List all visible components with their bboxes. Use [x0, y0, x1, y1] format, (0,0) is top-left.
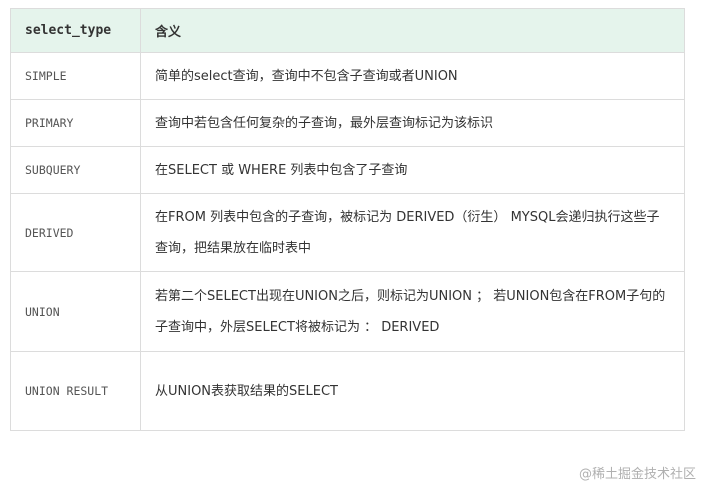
- cell-type: UNION: [10, 271, 141, 352]
- table-row: UNION 若第二个SELECT出现在UNION之后，则标记为UNION ； 若…: [10, 271, 685, 352]
- table-row: SIMPLE 简单的select查询，查询中不包含子查询或者UNION: [10, 52, 685, 100]
- watermark-text: @稀土掘金技术社区: [578, 467, 696, 482]
- table-row: UNION RESULT 从UNION表获取结果的SELECT: [10, 351, 685, 431]
- cell-desc: 查询中若包含任何复杂的子查询，最外层查询标记为该标识: [140, 99, 685, 147]
- table-row: DERIVED 在FROM 列表中包含的子查询，被标记为 DERIVED（衍生）…: [10, 193, 685, 272]
- cell-type: PRIMARY: [10, 99, 141, 147]
- table-row: SUBQUERY 在SELECT 或 WHERE 列表中包含了子查询: [10, 146, 685, 194]
- table-row: PRIMARY 查询中若包含任何复杂的子查询，最外层查询标记为该标识: [10, 99, 685, 147]
- cell-type: DERIVED: [10, 193, 141, 272]
- cell-desc: 在FROM 列表中包含的子查询，被标记为 DERIVED（衍生） MYSQL会递…: [140, 193, 685, 272]
- cell-desc: 若第二个SELECT出现在UNION之后，则标记为UNION ； 若UNION包…: [140, 271, 685, 352]
- cell-type: SUBQUERY: [10, 146, 141, 194]
- cell-desc: 简单的select查询，查询中不包含子查询或者UNION: [140, 52, 685, 100]
- select-type-table: select_type 含义 SIMPLE 简单的select查询，查询中不包含…: [10, 8, 685, 431]
- cell-desc: 从UNION表获取结果的SELECT: [140, 351, 685, 431]
- select-type-table-wrapper: select_type 含义 SIMPLE 简单的select查询，查询中不包含…: [10, 8, 685, 431]
- header-select-type: select_type: [10, 8, 141, 53]
- header-meaning: 含义: [140, 8, 685, 53]
- table-header-row: select_type 含义: [10, 8, 685, 53]
- cell-desc: 在SELECT 或 WHERE 列表中包含了子查询: [140, 146, 685, 194]
- cell-type: UNION RESULT: [10, 351, 141, 431]
- cell-type: SIMPLE: [10, 52, 141, 100]
